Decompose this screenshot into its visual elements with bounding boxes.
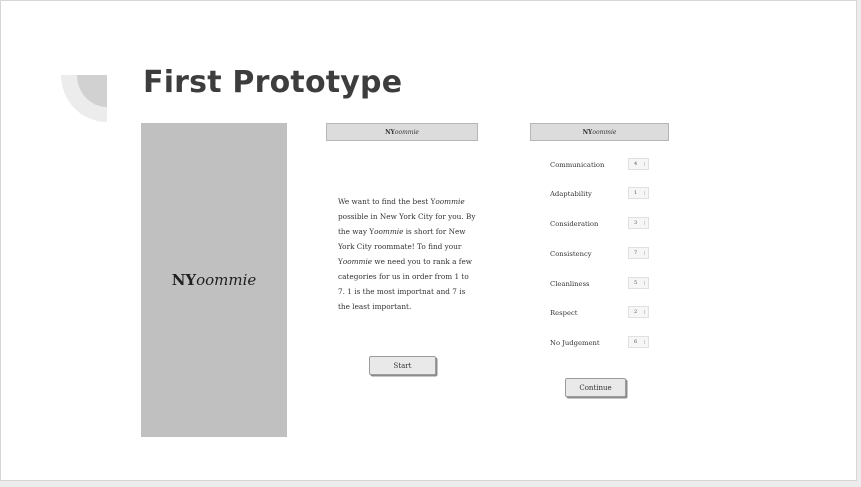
intro-paragraph: We want to find the best Yoommie possibl…	[338, 194, 476, 314]
header-suffix: oommie	[394, 128, 419, 136]
intro-text-segment: oommie	[342, 257, 373, 266]
intro-header-bar: NY oommie	[326, 123, 478, 141]
rank-number-input[interactable]: 4	[628, 158, 649, 170]
rank-row: No Judgement 6	[550, 336, 660, 350]
rank-number-input[interactable]: 7	[628, 247, 649, 259]
continue-button[interactable]: Continue	[565, 378, 626, 397]
start-button[interactable]: Start	[369, 356, 436, 375]
rank-row: Adaptability 1	[550, 187, 660, 201]
rank-number-input[interactable]: 6	[628, 336, 649, 348]
rank-number-input[interactable]: 3	[628, 217, 649, 229]
rank-label: Cleanliness	[550, 280, 590, 288]
rank-number-input[interactable]: 2	[628, 306, 649, 318]
rank-row: Consistency 7	[550, 247, 660, 261]
rank-row: Respect 2	[550, 306, 660, 320]
rank-label: Adaptability	[550, 190, 592, 198]
rank-label: Communication	[550, 161, 605, 169]
header-prefix: NY	[582, 128, 593, 136]
rank-row: Cleanliness 5	[550, 277, 660, 291]
rank-number-input[interactable]: 5	[628, 277, 649, 289]
header-suffix: oommie	[592, 128, 617, 136]
rank-label: Consideration	[550, 220, 599, 228]
rank-row: Consideration 3	[550, 217, 660, 231]
logo-suffix: oommie	[196, 271, 257, 289]
rank-number-input[interactable]: 1	[628, 187, 649, 199]
quarter-circle-decoration	[61, 75, 107, 122]
splash-logo: NYoommie	[172, 271, 257, 289]
intro-text-segment: We want to find the best Y	[338, 197, 436, 206]
rank-row: Communication 4	[550, 158, 660, 172]
intro-text-segment: oommie	[435, 197, 465, 206]
logo-prefix: NY	[171, 271, 197, 289]
splash-screen: NYoommie	[141, 123, 287, 437]
intro-text-segment: oommie	[374, 227, 404, 236]
rank-header-bar: NY oommie	[530, 123, 669, 141]
slide: First Prototype NYoommie NY oommie We wan…	[0, 0, 857, 481]
rank-label: Consistency	[550, 250, 592, 258]
page-title: First Prototype	[143, 65, 403, 100]
rank-label: Respect	[550, 309, 578, 317]
rank-label: No Judgement	[550, 339, 600, 347]
header-prefix: NY	[385, 128, 395, 136]
